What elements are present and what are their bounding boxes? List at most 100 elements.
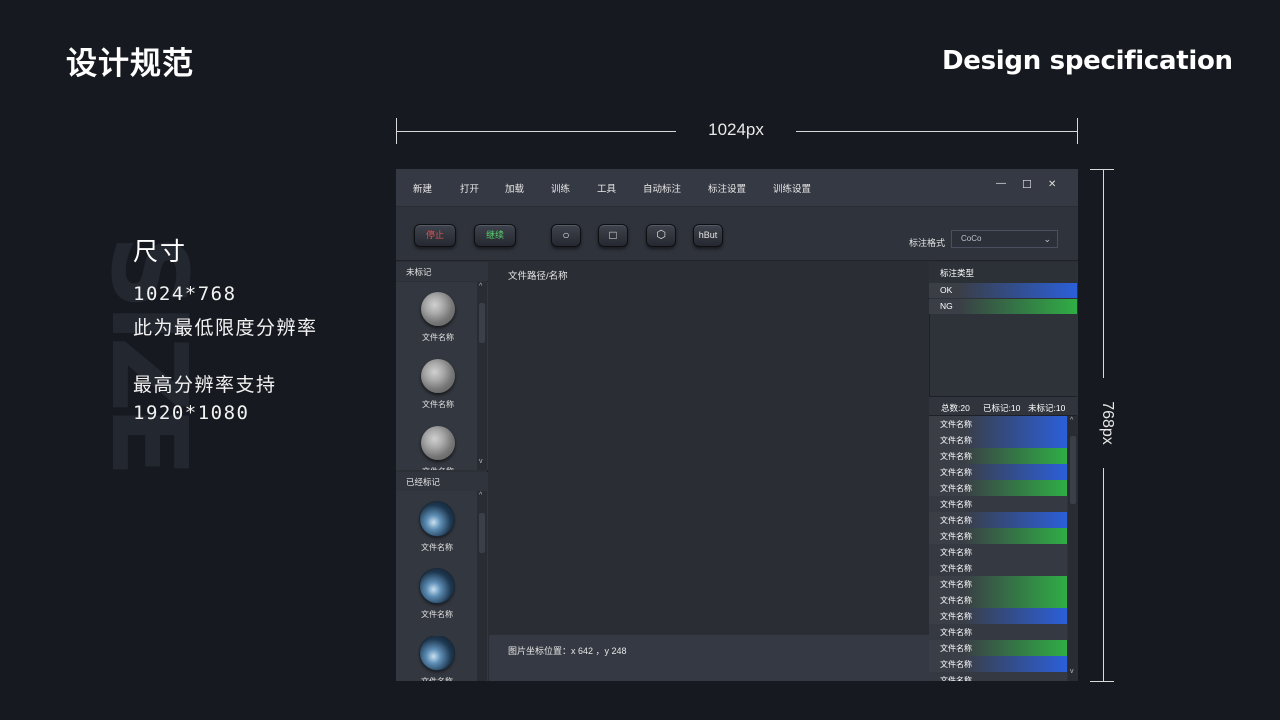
format-select[interactable]: CoCo ⌄: [951, 230, 1058, 248]
unlabeled-scroll-thumb[interactable]: [479, 303, 485, 343]
file-name-label: 文件名称: [940, 580, 972, 589]
image-canvas[interactable]: [489, 262, 929, 681]
menu-tools[interactable]: 工具: [597, 181, 616, 195]
list-item[interactable]: 文件名称: [417, 502, 457, 553]
polygon-tool-button[interactable]: ⬡: [646, 224, 676, 247]
list-item[interactable]: 文件名称: [929, 624, 1067, 640]
menu-train[interactable]: 训练: [551, 181, 570, 195]
toolbar: 停止 继续 ○ □ ⬡ hBut 标注格式 CoCo ⌄: [396, 207, 1078, 261]
list-item[interactable]: 文件名称: [417, 636, 457, 681]
width-dimension-tick-right: [1077, 118, 1078, 144]
continue-button[interactable]: 继续: [474, 224, 516, 247]
thumbnail-image: [420, 569, 454, 603]
spec-size: 1024*768: [133, 283, 237, 305]
list-item[interactable]: 文件名称: [929, 544, 1067, 560]
list-item[interactable]: 文件名称: [417, 569, 457, 620]
list-item[interactable]: 文件名称: [929, 672, 1067, 681]
label-type-ok[interactable]: OK: [929, 283, 1077, 298]
spec-max-size: 1920*1080: [133, 402, 250, 424]
file-name-label: 文件名称: [940, 548, 972, 557]
width-dimension-tick-left: [396, 118, 397, 144]
menu-auto-label[interactable]: 自动标注: [643, 181, 681, 195]
thumbnail-label: 文件名称: [422, 333, 454, 342]
list-item[interactable]: 文件名称: [929, 448, 1067, 464]
file-name-label: 文件名称: [940, 564, 972, 573]
menu-bar: 新建 打开 加载 训练 工具 自动标注 标注设置 训练设置 — ☐ ✕: [396, 169, 1078, 206]
stop-button[interactable]: 停止: [414, 224, 456, 247]
coordinate-bar: [489, 635, 929, 681]
list-item[interactable]: 文件名称: [929, 608, 1067, 624]
maximize-icon[interactable]: ☐: [1022, 178, 1032, 191]
file-path-label: 文件路径/名称: [508, 271, 568, 282]
size-watermark: SIZE: [88, 235, 210, 472]
coordinate-text: 图片坐标位置：x 642 ，y 248: [508, 646, 627, 656]
thumbnail-image: [421, 359, 455, 393]
list-item[interactable]: 文件名称: [929, 464, 1067, 480]
list-item[interactable]: 文件名称: [929, 592, 1067, 608]
list-item[interactable]: 文件名称: [929, 528, 1067, 544]
list-item[interactable]: 文件名称: [418, 292, 458, 343]
scroll-down-icon[interactable]: v: [1070, 668, 1074, 675]
file-list[interactable]: 文件名称 文件名称 文件名称 文件名称 文件名称 文件名称 文件名称 文件名称 文件名称 文件名称…: [929, 416, 1078, 681]
menu-open[interactable]: 打开: [460, 181, 479, 195]
list-item[interactable]: 文件名称: [929, 640, 1067, 656]
thumbnail-label: 文件名称: [417, 676, 457, 681]
unlabeled-header: 未标记: [396, 262, 488, 281]
thumbnail-image: [420, 502, 454, 536]
scroll-up-icon[interactable]: ^: [1070, 417, 1073, 424]
height-dimension-tick-top: [1090, 169, 1114, 170]
close-icon[interactable]: ✕: [1048, 179, 1056, 190]
rect-tool-button[interactable]: □: [598, 224, 628, 247]
thumbnail-label: 文件名称: [418, 466, 458, 470]
list-item[interactable]: 文件名称: [929, 656, 1067, 672]
list-item[interactable]: 文件名称: [929, 480, 1067, 496]
label-type-name: OK: [940, 285, 953, 295]
file-name-label: 文件名称: [940, 628, 972, 637]
list-item[interactable]: 文件名称: [929, 576, 1067, 592]
thumbnail-label: 文件名称: [422, 400, 454, 409]
list-item[interactable]: 文件名称: [929, 496, 1067, 512]
stats-total: 总数:20: [941, 403, 970, 413]
file-name-label: 文件名称: [940, 644, 972, 653]
list-item[interactable]: 文件名称: [929, 416, 1067, 432]
format-select-value: CoCo: [961, 234, 982, 243]
minimize-icon[interactable]: —: [996, 178, 1006, 189]
file-name-label: 文件名称: [940, 452, 972, 461]
list-item[interactable]: 文件名称: [418, 359, 458, 410]
list-item[interactable]: 文件名称: [929, 512, 1067, 528]
scroll-down-icon[interactable]: v: [479, 458, 483, 465]
stats-unlabeled: 未标记:10: [1028, 403, 1066, 413]
list-item[interactable]: 文件名称: [418, 426, 458, 470]
thumbnail-image: [421, 292, 455, 326]
menu-label-settings[interactable]: 标注设置: [708, 181, 746, 195]
file-name-label: 文件名称: [940, 468, 972, 477]
spec-min-note: 此为最低限度分辨率: [133, 317, 318, 339]
menu-load[interactable]: 加载: [505, 181, 524, 195]
thumbnail-image: [421, 426, 455, 460]
menu-new[interactable]: 新建: [413, 181, 432, 195]
thumbnail-label: 文件名称: [421, 610, 453, 619]
list-item[interactable]: 文件名称: [929, 560, 1067, 576]
list-item[interactable]: 文件名称: [929, 432, 1067, 448]
label-type-ng[interactable]: NG: [929, 299, 1077, 314]
chevron-down-icon: ⌄: [1043, 234, 1051, 244]
hbut-button[interactable]: hBut: [693, 224, 723, 247]
label-type-name: NG: [940, 301, 953, 311]
file-name-label: 文件名称: [940, 660, 972, 669]
format-label: 标注格式: [909, 238, 946, 248]
labeled-header: 已经标记: [396, 472, 488, 491]
circle-tool-button[interactable]: ○: [551, 224, 581, 247]
labeled-scroll-thumb[interactable]: [479, 513, 485, 553]
file-name-label: 文件名称: [940, 484, 972, 493]
file-name-label: 文件名称: [940, 436, 972, 445]
thumbnail-image: [420, 636, 454, 670]
spec-heading: 尺寸: [133, 238, 188, 266]
file-name-label: 文件名称: [940, 532, 972, 541]
scroll-up-icon[interactable]: ^: [479, 492, 482, 499]
thumbnail-label: 文件名称: [421, 543, 453, 552]
file-list-scroll-thumb[interactable]: [1070, 436, 1076, 504]
scroll-up-icon[interactable]: ^: [479, 283, 482, 290]
height-dimension-label: 768px: [1092, 378, 1116, 468]
menu-train-settings[interactable]: 训练设置: [773, 181, 811, 195]
file-name-label: 文件名称: [940, 500, 972, 509]
